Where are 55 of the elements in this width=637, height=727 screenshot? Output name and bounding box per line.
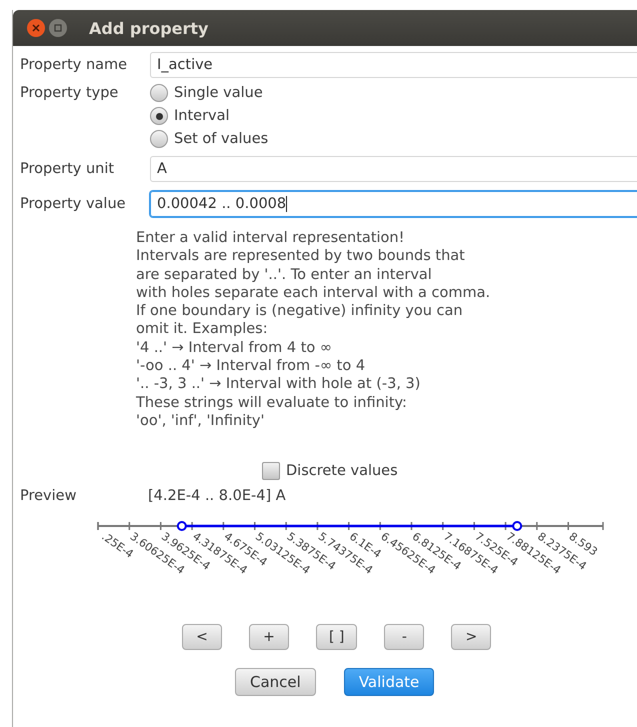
- preview-value: [4.2E-4 .. 8.0E-4] A: [148, 488, 287, 504]
- tick-mark: [348, 522, 350, 530]
- help-text: are separated by '..'. To enter an interval: [136, 266, 433, 284]
- input-field[interactable]: A: [150, 156, 637, 182]
- tick-mark: [160, 522, 162, 530]
- field-label: Property type: [20, 85, 120, 101]
- radio-button[interactable]: [150, 107, 168, 125]
- tick-mark: [128, 522, 130, 530]
- checkbox-label[interactable]: Discrete values: [286, 463, 398, 480]
- tick-mark: [473, 522, 475, 530]
- help-text: If one boundary is (negative) infinity you can: [136, 302, 464, 320]
- help-text: '.. -3, 3 ..' → Interval with hole at (-3, 3): [136, 375, 422, 394]
- radio-button[interactable]: [150, 130, 168, 148]
- tick-mark: [379, 522, 381, 530]
- input-field[interactable]: 0.00042 .. 0.0008: [150, 191, 637, 217]
- field-label: Property unit: [20, 161, 116, 177]
- window-title: Add property: [89, 18, 208, 38]
- cancel-button[interactable]: Cancel: [235, 668, 316, 696]
- checkbox[interactable]: [262, 462, 280, 480]
- help-text: '4 ..' → Interval from 4 to ∞: [136, 338, 333, 358]
- tool-button[interactable]: [ ]: [316, 624, 358, 650]
- interval-endpoint[interactable]: [512, 521, 522, 532]
- tick-mark: [222, 522, 224, 530]
- radio-label[interactable]: Set of values: [174, 131, 268, 147]
- radio-button[interactable]: [150, 84, 168, 102]
- tool-button[interactable]: +: [249, 624, 289, 650]
- help-text: These strings will evaluate to infinity:: [136, 394, 408, 412]
- tick-mark: [316, 522, 318, 530]
- radio-label[interactable]: Interval: [174, 108, 230, 124]
- help-text: '-oo .. 4' → Interval from -∞ to 4: [136, 357, 366, 376]
- tick-mark: [285, 522, 287, 530]
- tick-mark: [442, 522, 444, 530]
- tick-mark: [254, 522, 256, 530]
- field-label: Property value: [20, 196, 127, 212]
- minimize-icon[interactable]: [49, 19, 67, 37]
- tick-mark: [410, 522, 412, 530]
- tool-button[interactable]: -: [384, 624, 424, 650]
- input-field[interactable]: I_active: [150, 52, 637, 78]
- tool-button[interactable]: <: [182, 624, 222, 650]
- tick-mark: [504, 522, 506, 530]
- tick-mark: [536, 522, 538, 530]
- help-text: Enter a valid interval representation!: [136, 229, 406, 248]
- radio-label[interactable]: Single value: [174, 85, 263, 101]
- close-icon[interactable]: [27, 19, 45, 37]
- field-label: Property name: [20, 57, 128, 73]
- help-text: Intervals are represented by two bounds that: [136, 247, 466, 266]
- help-text: omit it. Examples:: [136, 320, 269, 339]
- preview-label: Preview: [20, 488, 78, 504]
- help-text: with holes separate each interval with a comma.: [136, 284, 492, 302]
- tool-button[interactable]: >: [451, 624, 492, 650]
- tick-mark: [568, 522, 569, 530]
- tick-mark: [191, 522, 193, 530]
- help-text: 'oo', 'inf', 'Infinity': [136, 412, 266, 430]
- interval-endpoint[interactable]: [176, 521, 187, 532]
- tick-mark: [97, 522, 99, 530]
